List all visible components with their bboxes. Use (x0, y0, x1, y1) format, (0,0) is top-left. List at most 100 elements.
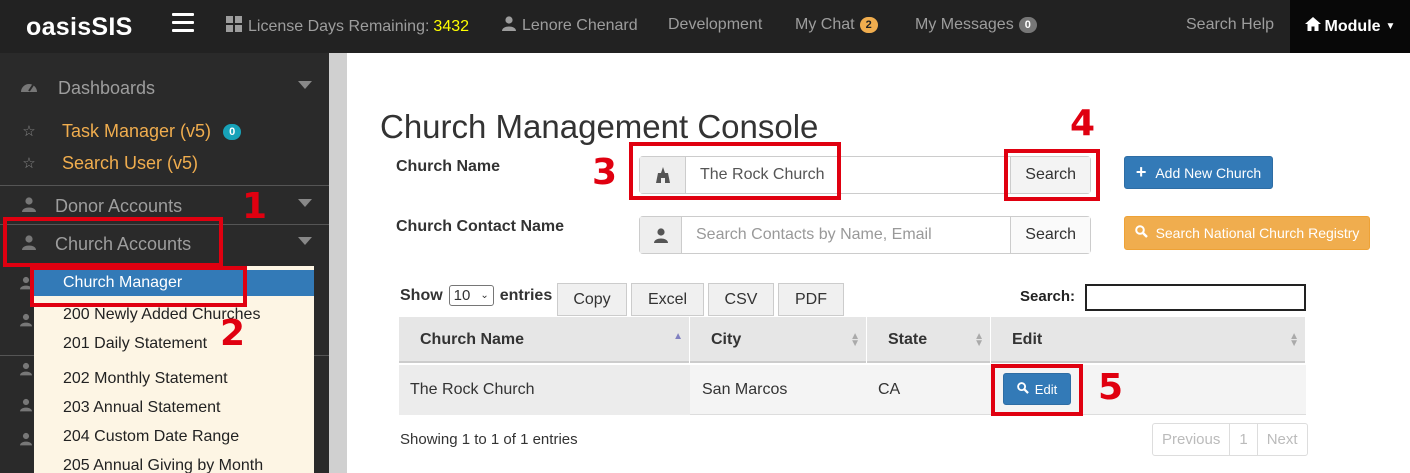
sort-icon: ▲ ▼ (850, 331, 860, 349)
column-header-state[interactable]: State ▲ ▼ (867, 317, 991, 363)
csv-button[interactable]: CSV (708, 283, 774, 316)
table-search-label: Search: (1020, 288, 1076, 305)
user-icon (20, 196, 38, 216)
sidebar-label-search-user: Search User (v5) (62, 152, 199, 173)
home-icon (1304, 17, 1321, 36)
column-label: City (711, 331, 742, 348)
table-row: The Rock Church San Marcos CA (399, 365, 1306, 415)
column-header-city[interactable]: City ▲ ▼ (690, 317, 867, 363)
table-info: Showing 1 to 1 of 1 entries (400, 431, 578, 448)
pagination-previous[interactable]: Previous (1153, 424, 1231, 455)
pagination-page[interactable]: 1 (1230, 424, 1258, 455)
nav-development[interactable]: Development (668, 16, 762, 34)
grid-icon (226, 16, 242, 37)
sidebar-label-task-manager-wrap: Task Manager (v5) 0 (62, 120, 242, 142)
chevron-down-icon (298, 237, 312, 245)
column-header-edit[interactable]: Edit ▲ ▼ (991, 317, 1306, 363)
module-label: Module (1324, 17, 1381, 35)
chat-count-badge: 2 (859, 17, 878, 33)
column-label: Edit (1012, 331, 1043, 348)
sidebar-label-task-manager: Task Manager (v5) (62, 120, 212, 141)
annotation-number: 1 (242, 186, 268, 227)
top-navbar: oasisSIS License Days Remaining: 3432 Le… (0, 0, 1410, 53)
messages-count-badge: 0 (1018, 17, 1037, 33)
column-label: State (888, 331, 928, 348)
annotation-box-church-name-input (629, 142, 841, 200)
page-length-value: 10 (453, 287, 471, 304)
sidebar-label-donor-accounts: Donor Accounts (55, 195, 183, 216)
annotation-box-church-accounts (3, 217, 223, 267)
column-header-church-name[interactable]: Church Name ▲ (399, 317, 690, 363)
submenu-item[interactable]: 204 Custom Date Range (63, 428, 239, 446)
user-menu[interactable]: Lenore Chenard (502, 16, 638, 36)
nav-search-help[interactable]: Search Help (1186, 16, 1274, 34)
sidebar-item-donor-accounts[interactable]: Donor Accounts (0, 195, 329, 217)
nav-my-chat[interactable]: My Chat 2 (795, 16, 878, 34)
copy-button[interactable]: Copy (557, 283, 627, 316)
sort-icon: ▲ ▼ (974, 331, 984, 349)
table-search-input[interactable] (1085, 284, 1306, 311)
caret-down-icon: ▼ (1385, 21, 1396, 32)
chevron-down-icon (298, 199, 312, 207)
annotation-box-edit-button (991, 364, 1083, 416)
submenu-item[interactable]: 205 Annual Giving by Month (63, 457, 263, 473)
sidebar-divider (0, 185, 329, 186)
search-icon (1134, 225, 1148, 241)
sort-ascending-icon: ▲ (673, 331, 683, 342)
dashboard-icon (20, 79, 38, 97)
chevron-down-icon: ⌄ (480, 290, 489, 301)
add-new-church-label: Add New Church (1155, 164, 1262, 181)
entries-label: entries (499, 286, 553, 304)
show-label: Show (400, 286, 443, 304)
pdf-button[interactable]: PDF (778, 283, 844, 316)
contact-search-input[interactable]: Search Contacts by Name, Email (682, 217, 1010, 253)
pagination: Previous 1 Next (1152, 423, 1308, 456)
sidebar-scroll-strip[interactable] (329, 53, 347, 473)
search-national-registry-button[interactable]: Search National Church Registry (1124, 216, 1370, 250)
license-label: License Days Remaining: (248, 17, 430, 35)
user-icon (20, 362, 32, 380)
hamburger-menu-icon[interactable] (172, 13, 194, 33)
contact-search-button[interactable]: Search (1010, 217, 1090, 253)
chevron-down-icon (298, 81, 312, 89)
page-length-control: Show 10 ⌄ entries (400, 285, 552, 306)
user-name: Lenore Chenard (522, 17, 638, 34)
user-icon (502, 16, 516, 36)
my-messages-label: My Messages (915, 16, 1014, 33)
plus-icon: + (1135, 162, 1147, 182)
annotation-number: 5 (1098, 367, 1124, 408)
annotation-number: 2 (220, 313, 246, 354)
task-count-badge: 0 (223, 123, 242, 140)
table-header: Church Name ▲ City ▲ ▼ State ▲ ▼ Edit ▲ ▼ (399, 317, 1306, 363)
user-icon (20, 432, 32, 450)
license-days-value: 3432 (433, 17, 470, 35)
star-icon: ☆ (22, 155, 36, 172)
sort-icon: ▲ ▼ (1289, 331, 1299, 349)
submenu-item[interactable]: 202 Monthly Statement (63, 370, 228, 388)
cell-city: San Marcos (702, 381, 788, 398)
add-new-church-button[interactable]: + Add New Church (1124, 156, 1273, 189)
annotation-box-church-manager (30, 266, 247, 307)
annotation-box-search-button (1004, 149, 1100, 201)
my-chat-label: My Chat (795, 16, 855, 33)
submenu-item[interactable]: 203 Annual Statement (63, 399, 220, 417)
search-national-registry-label: Search National Church Registry (1155, 225, 1360, 241)
sidebar-item-task-manager[interactable]: ☆ Task Manager (v5) 0 (0, 120, 329, 142)
cell-church-name: The Rock Church (399, 365, 690, 415)
excel-button[interactable]: Excel (631, 283, 704, 316)
page-title: Church Management Console (380, 108, 819, 145)
sidebar-item-dashboards[interactable]: Dashboards (0, 77, 329, 99)
page-length-select[interactable]: 10 ⌄ (448, 285, 494, 306)
annotation-number: 4 (1070, 103, 1096, 144)
module-dropdown[interactable]: Module ▼ (1290, 0, 1410, 53)
brand-logo[interactable]: oasisSIS (26, 13, 133, 42)
sidebar-label-dashboards: Dashboards (58, 77, 156, 98)
submenu-item[interactable]: 201 Daily Statement (63, 335, 207, 353)
user-icon (640, 217, 682, 253)
cell-state: CA (878, 381, 901, 398)
nav-my-messages[interactable]: My Messages 0 (915, 16, 1037, 34)
contact-input-group: Search Contacts by Name, Email Search (639, 216, 1091, 254)
pagination-next[interactable]: Next (1258, 424, 1307, 455)
sidebar-item-search-user[interactable]: ☆ Search User (v5) (0, 152, 329, 174)
user-icon (20, 313, 32, 331)
